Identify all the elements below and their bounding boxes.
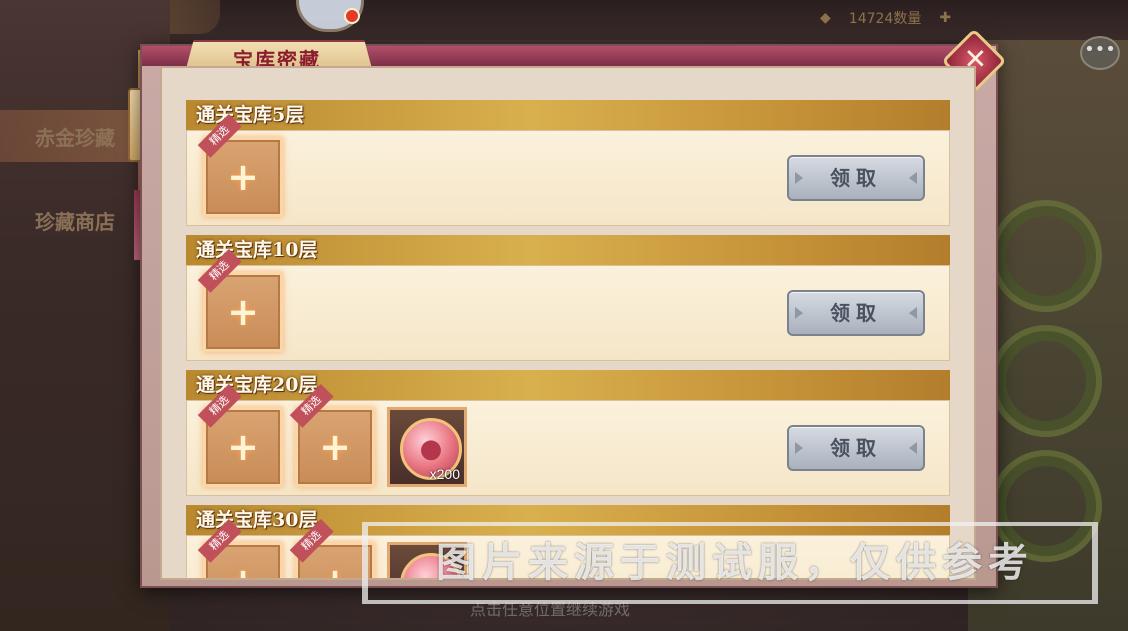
- tier-body: 精选 + 领取: [186, 248, 950, 361]
- reward-select-slot[interactable]: 精选 +: [197, 248, 283, 352]
- tier-row: 通关宝库5层 精选 + 领取: [186, 100, 950, 228]
- tier-body: 精选 + 精选 + ● x200 领取: [186, 383, 950, 496]
- watermark-text: 图片来源于测试服，仅供参考: [436, 540, 1034, 586]
- chat-icon[interactable]: •••: [1080, 36, 1120, 70]
- plus-icon: +: [298, 545, 372, 578]
- plus-icon: +: [227, 425, 259, 469]
- plus-icon: +: [227, 155, 259, 199]
- claim-button[interactable]: 领取: [787, 425, 925, 471]
- tier-body: 精选 + 领取: [186, 113, 950, 226]
- tier-header: 通关宝库5层: [186, 100, 950, 130]
- currency-amount: 14724数量: [848, 11, 922, 27]
- decor-disc: [990, 325, 1102, 437]
- claim-button[interactable]: 领取: [787, 155, 925, 201]
- plus-icon: +: [206, 545, 280, 578]
- tier-title: 通关宝库20层: [196, 374, 318, 396]
- tier-row: 通关宝库20层 精选 + 精选 + ● x200 领取: [186, 370, 950, 498]
- plus-icon: +: [319, 425, 351, 469]
- claim-button[interactable]: 领取: [787, 290, 925, 336]
- tier-row: 通关宝库10层 精选 + 领取: [186, 235, 950, 363]
- tier-header: 通关宝库10层: [186, 235, 950, 265]
- tap-to-continue-hint: 点击任意位置继续游戏: [470, 600, 631, 619]
- item-quantity: x200: [429, 466, 460, 482]
- notification-dot: [344, 8, 360, 24]
- gold-ingot-icon: ◆: [820, 10, 831, 26]
- reward-select-slot[interactable]: 精选 +: [197, 383, 283, 487]
- reward-select-slot[interactable]: 精选 +: [289, 383, 375, 487]
- plus-icon: +: [227, 290, 259, 334]
- currency-bar: ◆ 14724数量 ✚: [820, 4, 1110, 32]
- tier-title: 通关宝库30层: [196, 509, 318, 531]
- add-currency-icon[interactable]: ✚: [939, 10, 951, 26]
- tier-header: 通关宝库20层: [186, 370, 950, 400]
- decor-disc: [990, 200, 1102, 312]
- treasure-panel: 宝库密藏 ✕ 通关宝库5层 精选 + 领取 通关宝库10层 精选 + 领取 通关…: [140, 28, 1007, 588]
- tier-title: 通关宝库5层: [196, 104, 305, 126]
- tier-title: 通关宝库10层: [196, 239, 318, 261]
- side-tab-shop[interactable]: 珍藏商店: [0, 194, 150, 246]
- reward-select-slot[interactable]: 精选 +: [197, 113, 283, 217]
- reward-item-slot[interactable]: ● x200: [387, 407, 467, 487]
- tier-list[interactable]: 通关宝库5层 精选 + 领取 通关宝库10层 精选 + 领取 通关宝库20层 精…: [160, 66, 976, 580]
- reward-select-slot[interactable]: 精选 +: [197, 518, 283, 578]
